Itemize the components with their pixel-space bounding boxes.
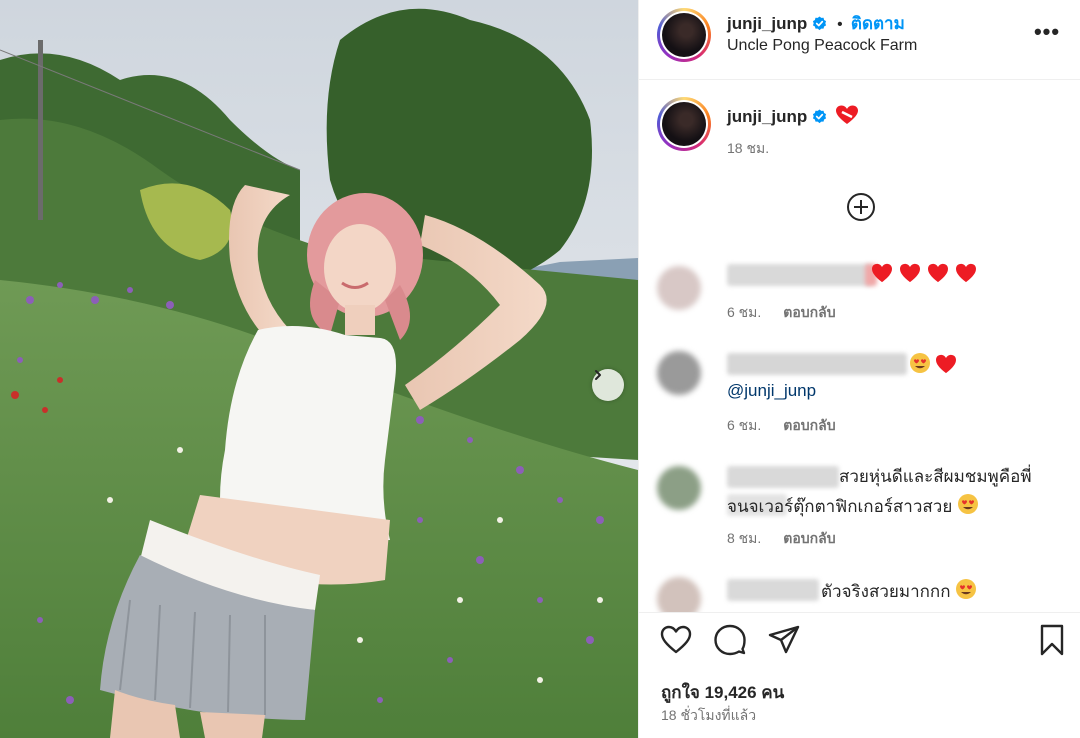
comment-text-line1: สวยหุ่นดีและสีผมชมพูคือพี่ [839, 467, 1032, 486]
verified-badge-icon [812, 16, 826, 31]
post-timestamp[interactable]: 18 ชั่วโมงที่แล้ว [661, 705, 756, 727]
post-actions: ถูกใจ 19,426 คน 18 ชั่วโมงที่แล้ว [639, 613, 1080, 738]
comment-text [909, 352, 957, 378]
comment-mention-link[interactable]: @junji_junp [727, 381, 816, 401]
post-details-pane: junji_junp • ติดตาม Uncle Pong Peacock F… [639, 0, 1080, 738]
reply-button[interactable]: ตอบกลับ [783, 417, 835, 433]
comment-timestamp: 6 ชม. [727, 417, 762, 433]
caption-line: junji_junp [727, 105, 859, 127]
reply-button[interactable]: ตอบกลับ [783, 530, 835, 546]
commenter-avatar[interactable] [657, 266, 701, 310]
comment-timestamp: 6 ชม. [727, 304, 762, 320]
like-heart-icon[interactable] [659, 623, 693, 657]
author-username[interactable]: junji_junp [727, 14, 807, 33]
comment-text [871, 263, 977, 287]
avatar-image [662, 102, 706, 146]
comment-text: ตัวจริงสวยมากกก [821, 578, 977, 604]
author-line: junji_junp • ติดตาม [727, 10, 905, 37]
save-bookmark-icon[interactable] [1035, 623, 1069, 657]
comment-timestamp: 8 ชม. [727, 530, 762, 546]
avatar-image [662, 13, 706, 57]
red-heart-icon [956, 263, 976, 283]
heart-eyes-emoji-icon [910, 353, 930, 373]
more-options-icon[interactable]: ••• [1032, 19, 1062, 44]
comment-bubble-icon[interactable] [713, 623, 747, 657]
comment-text-line2: จนจเวอร์ตุ๊กตาฟิกเกอร์สาวสวย [727, 493, 979, 519]
post-photo[interactable] [0, 0, 638, 738]
load-more-comments-icon[interactable] [845, 191, 877, 223]
reply-button[interactable]: ตอบกลับ [783, 304, 835, 320]
commenter-username-blurred[interactable] [727, 579, 819, 601]
share-send-icon[interactable] [767, 623, 801, 657]
commenter-username-blurred[interactable] [727, 353, 907, 375]
red-heart-icon [936, 354, 956, 374]
post-location[interactable]: Uncle Pong Peacock Farm [727, 37, 917, 55]
mending-heart-emoji-icon [836, 105, 859, 124]
heart-eyes-emoji-icon [958, 494, 979, 514]
commenter-avatar[interactable] [657, 577, 701, 612]
comment-text-content: ตัวจริงสวยมากกก [821, 582, 951, 601]
like-count[interactable]: ถูกใจ 19,426 คน [661, 679, 784, 706]
red-heart-icon [900, 263, 920, 283]
follow-separator: • [837, 16, 843, 33]
photo-image [0, 0, 638, 738]
follow-button[interactable]: ติดตาม [851, 14, 905, 33]
commenter-avatar[interactable] [657, 351, 701, 395]
verified-badge-icon [812, 109, 826, 124]
comment-text-line2-text: จนจเวอร์ตุ๊กตาฟิกเกอร์สาวสวย [727, 497, 953, 516]
comment-meta: 8 ชม. ตอบกลับ [727, 528, 836, 550]
comment-meta: 6 ชม. ตอบกลับ [727, 302, 836, 324]
comments-list[interactable]: junji_junp 18 ชม. 6 ชม. ตอบกลับ @junji_j… [639, 81, 1080, 612]
comment-meta: 6 ชม. ตอบกลับ [727, 415, 836, 437]
carousel-next-button[interactable] [592, 369, 624, 401]
author-avatar[interactable] [657, 8, 711, 62]
commenter-username-blurred[interactable] [727, 264, 872, 286]
commenter-avatar[interactable] [657, 466, 701, 510]
caption-username[interactable]: junji_junp [727, 107, 807, 126]
caption-timestamp: 18 ชม. [727, 140, 770, 156]
post-header: junji_junp • ติดตาม Uncle Pong Peacock F… [639, 0, 1080, 80]
red-heart-icon [872, 263, 892, 283]
commenter-username-blurred[interactable] [727, 466, 839, 488]
red-heart-icon [928, 263, 948, 283]
heart-eyes-emoji-icon [956, 579, 977, 599]
chevron-right-icon [595, 370, 601, 380]
caption-avatar[interactable] [657, 97, 711, 151]
